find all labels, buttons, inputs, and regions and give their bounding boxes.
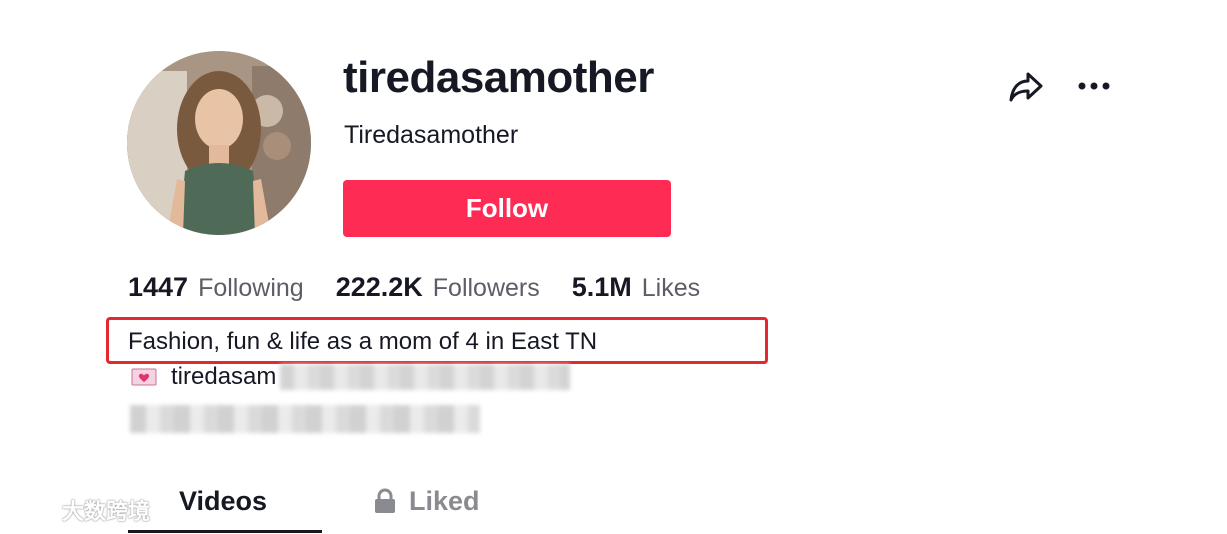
tab-liked-label: Liked (409, 486, 480, 516)
stat-following[interactable]: 1447 Following (128, 272, 304, 303)
followers-label: Followers (432, 274, 540, 302)
bio-text: Fashion, fun & life as a mom of 4 in Eas… (128, 328, 598, 355)
following-count: 1447 (128, 272, 189, 302)
more-icon[interactable] (1074, 72, 1114, 100)
profile-stats: 1447 Following 222.2K Followers 5.1M Lik… (128, 272, 732, 308)
avatar-image (127, 51, 311, 235)
watermark-logo-icon (12, 500, 55, 521)
watermark-text: 大数跨境 (62, 499, 151, 524)
nickname: Tiredasamother (344, 121, 519, 149)
love-letter-icon (131, 368, 157, 386)
active-tab-indicator (128, 530, 322, 533)
avatar[interactable] (127, 51, 311, 235)
tab-liked[interactable]: Liked (373, 484, 480, 518)
follow-button[interactable]: Follow (343, 180, 671, 237)
bio-email-row: tiredasam (128, 362, 276, 392)
stat-likes: 5.1M Likes (572, 272, 700, 303)
followers-count: 222.2K (335, 272, 423, 302)
redacted-email-blur (280, 364, 570, 390)
following-label: Following (198, 274, 304, 302)
likes-label: Likes (641, 274, 701, 302)
bio-email-text: tiredasam (171, 363, 277, 390)
lock-icon (375, 488, 395, 513)
tab-videos[interactable]: Videos (179, 484, 267, 518)
username: tiredasamother (343, 53, 654, 102)
stat-followers[interactable]: 222.2K Followers (336, 272, 540, 303)
likes-count: 5.1M (571, 272, 632, 302)
redacted-link-blur (130, 405, 480, 433)
share-icon[interactable] (1006, 66, 1046, 106)
watermark: 大数跨境 (12, 494, 150, 526)
